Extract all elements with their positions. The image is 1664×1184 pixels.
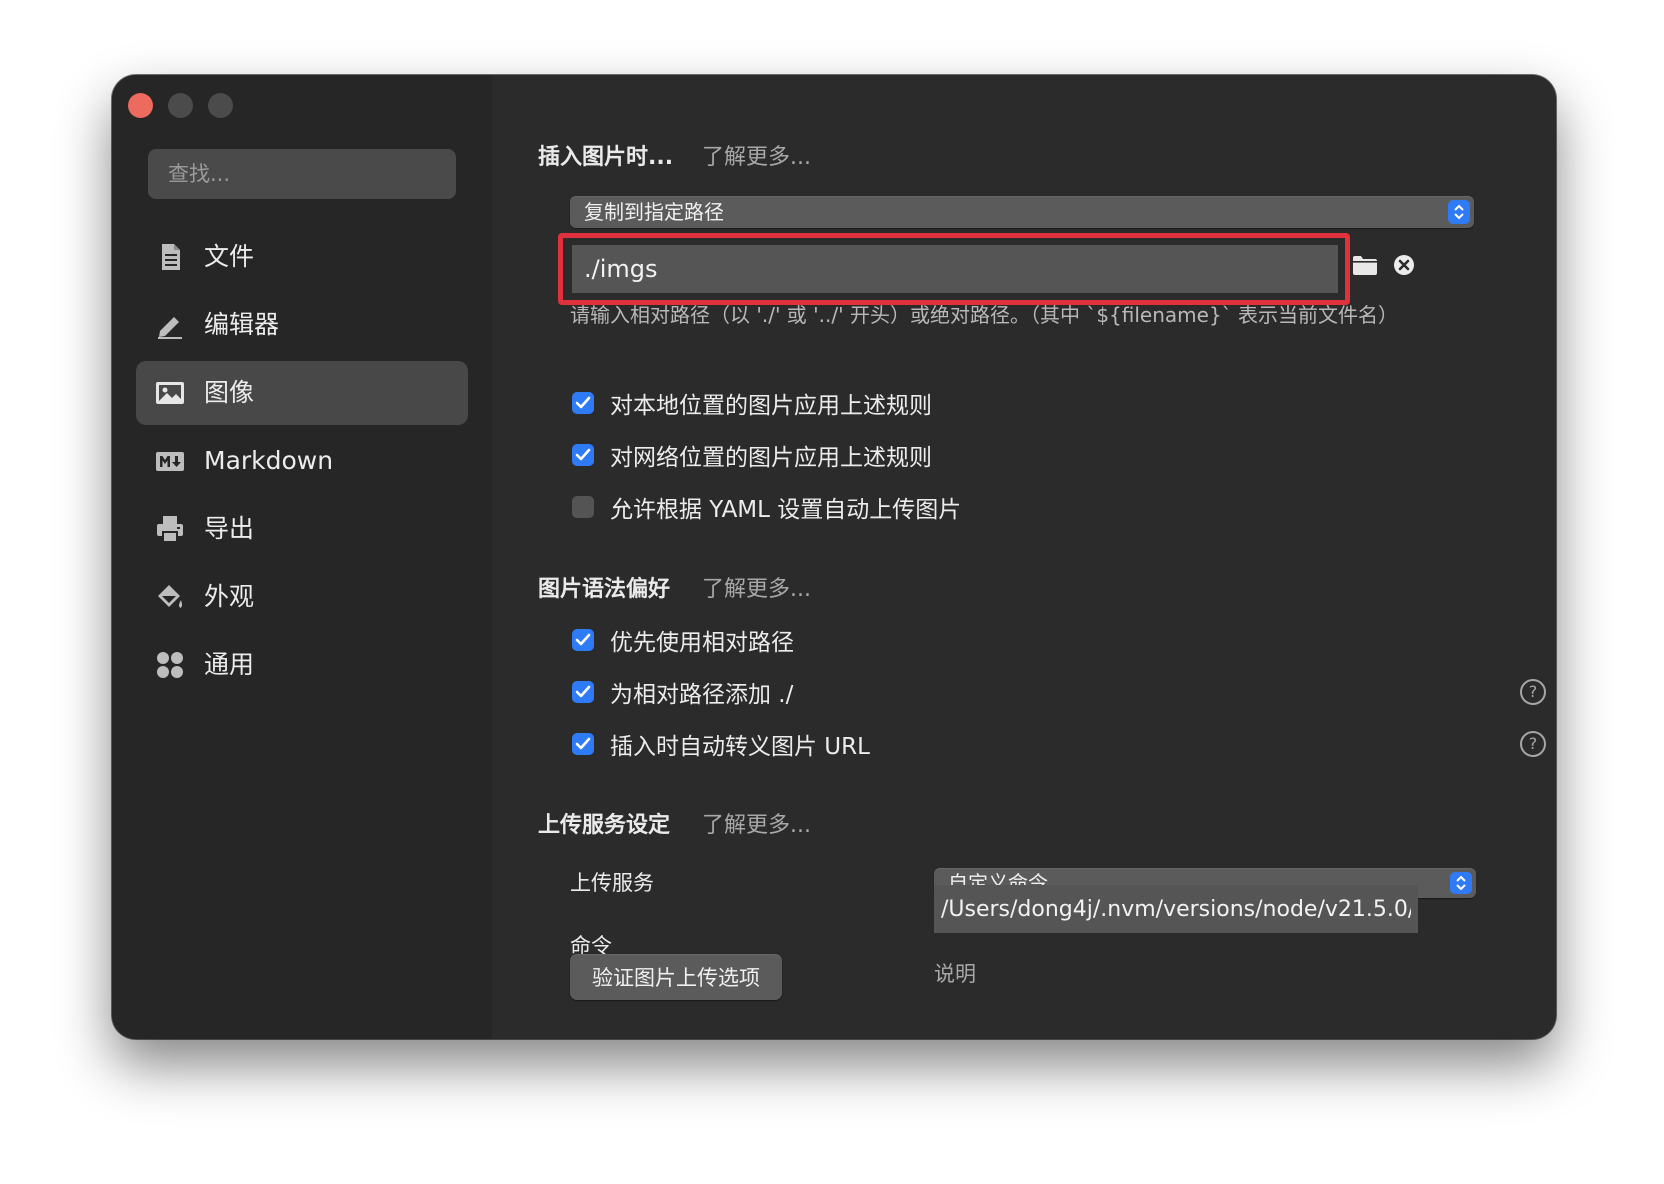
sidebar-item-files[interactable]: 文件 xyxy=(136,225,468,289)
checkmark-icon xyxy=(572,733,594,755)
sidebar-item-appearance[interactable]: 外观 xyxy=(136,565,468,629)
apply-network-images-checkbox[interactable]: 对网络位置的图片应用上述规则 xyxy=(572,438,932,472)
chevron-updown-icon xyxy=(1448,200,1470,224)
help-icon[interactable]: ? xyxy=(1520,679,1546,705)
preferences-window: 文件 编辑器 图像 M xyxy=(112,75,1556,1039)
help-icon[interactable]: ? xyxy=(1520,731,1546,757)
search-input[interactable] xyxy=(148,149,456,199)
checkbox-label: 优先使用相对路径 xyxy=(610,630,794,656)
minimize-window-button[interactable] xyxy=(168,93,193,118)
checkbox-label: 对网络位置的图片应用上述规则 xyxy=(610,445,932,471)
folder-icon[interactable] xyxy=(1352,254,1378,276)
verify-upload-button[interactable]: 验证图片上传选项 xyxy=(570,954,782,1000)
apply-local-images-checkbox[interactable]: 对本地位置的图片应用上述规则 xyxy=(572,386,932,420)
upload-service-label: 上传服务 xyxy=(570,871,654,895)
unchecked-box-icon xyxy=(572,496,594,518)
sidebar-item-export[interactable]: 导出 xyxy=(136,497,468,561)
checkmark-icon xyxy=(572,681,594,703)
upload-section-title: 上传服务设定 xyxy=(538,813,671,838)
file-icon xyxy=(162,244,180,270)
checkbox-label: 为相对路径添加 ./ xyxy=(610,682,794,708)
checkmark-icon xyxy=(572,629,594,651)
syntax-learn-more-link[interactable]: 了解更多... xyxy=(702,571,811,603)
close-window-button[interactable] xyxy=(128,93,153,118)
sidebar-item-label: 编辑器 xyxy=(204,310,280,339)
checkbox-label: 对本地位置的图片应用上述规则 xyxy=(610,393,932,419)
insert-action-select[interactable]: 复制到指定路径 xyxy=(570,196,1474,228)
sidebar-item-label: 导出 xyxy=(204,514,255,543)
chevron-updown-icon xyxy=(1450,872,1472,894)
sidebar: 文件 编辑器 图像 M xyxy=(112,75,492,1039)
image-icon xyxy=(156,382,184,404)
sidebar-item-general[interactable]: 通用 xyxy=(136,633,468,697)
checkbox-label: 插入时自动转义图片 URL xyxy=(610,734,870,760)
sidebar-item-label: 外观 xyxy=(204,582,255,611)
path-hint-text: 请输入相对路径（以 './' 或 '../' 开头）或绝对路径。（其中 `${f… xyxy=(570,303,1399,327)
sidebar-item-label: Markdown xyxy=(204,446,334,475)
sidebar-item-label: 文件 xyxy=(204,242,255,271)
grid-icon xyxy=(157,652,183,678)
zoom-window-button[interactable] xyxy=(208,93,233,118)
insert-action-value: 复制到指定路径 xyxy=(584,200,724,224)
explain-link[interactable]: 说明 xyxy=(934,958,976,988)
command-input[interactable] xyxy=(934,885,1418,933)
printer-icon xyxy=(157,516,183,543)
checkmark-icon xyxy=(572,444,594,466)
markdown-icon xyxy=(156,452,184,471)
yaml-auto-upload-checkbox[interactable]: 允许根据 YAML 设置自动上传图片 xyxy=(572,490,961,524)
prefer-relative-path-checkbox[interactable]: 优先使用相对路径 xyxy=(572,623,794,657)
sidebar-item-label: 图像 xyxy=(204,378,255,407)
sidebar-item-label: 通用 xyxy=(204,650,255,679)
escape-image-url-checkbox[interactable]: 插入时自动转义图片 URL xyxy=(572,727,870,761)
add-dot-slash-checkbox[interactable]: 为相对路径添加 ./ xyxy=(572,675,793,709)
syntax-section-title: 图片语法偏好 xyxy=(538,577,671,602)
pencil-icon xyxy=(158,317,182,339)
sidebar-item-markdown[interactable]: Markdown xyxy=(136,429,468,493)
sidebar-item-editor[interactable]: 编辑器 xyxy=(136,293,468,357)
upload-learn-more-link[interactable]: 了解更多... xyxy=(702,807,811,839)
sidebar-item-image[interactable]: 图像 xyxy=(136,361,468,425)
checkbox-label: 允许根据 YAML 设置自动上传图片 xyxy=(610,497,962,523)
settings-panel: 插入图片时... 了解更多... 复制到指定路径 请输入相对路径（以 './' … xyxy=(492,75,1556,1039)
checkmark-icon xyxy=(572,392,594,414)
paint-bucket-icon xyxy=(158,585,183,608)
insert-section-title: 插入图片时... xyxy=(538,145,674,170)
clear-path-icon[interactable] xyxy=(1393,254,1415,276)
insert-learn-more-link[interactable]: 了解更多... xyxy=(702,139,811,171)
image-path-input[interactable] xyxy=(572,245,1338,293)
